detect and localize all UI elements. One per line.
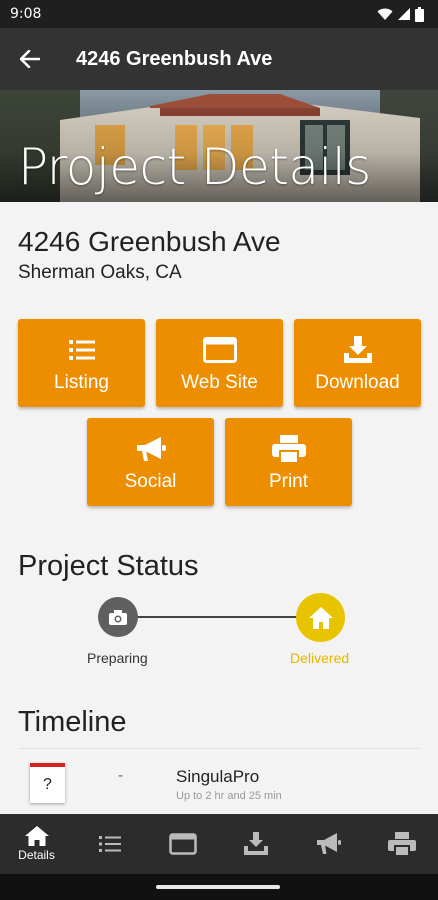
nav-download[interactable] <box>219 814 292 874</box>
social-button[interactable]: Social <box>87 418 214 506</box>
printer-icon <box>387 832 416 856</box>
download-label: Download <box>315 372 400 393</box>
status-icons <box>377 6 424 22</box>
social-label: Social <box>124 471 177 492</box>
status-bar: 9:08 <box>0 0 438 28</box>
megaphone-icon <box>135 435 167 463</box>
calendar-date: ? <box>43 776 52 793</box>
listing-button[interactable]: Listing <box>18 319 145 407</box>
list-icon <box>68 336 95 364</box>
timeline-title: Timeline <box>18 706 127 738</box>
home-icon <box>24 826 49 846</box>
calendar-icon: ? <box>30 763 65 803</box>
hero-title: Project Details <box>18 138 371 196</box>
megaphone-icon <box>316 833 341 854</box>
status-progress-line <box>118 616 320 618</box>
list-icon <box>98 836 121 852</box>
nav-details-label: Details <box>18 848 55 862</box>
back-button[interactable] <box>0 28 60 90</box>
home-icon <box>308 606 333 629</box>
project-details-content: 4246 Greenbush Ave Sherman Oaks, CA List… <box>0 202 438 814</box>
nav-listing[interactable] <box>73 814 146 874</box>
status-label-delivered: Delivered <box>290 650 350 666</box>
download-icon <box>243 832 268 855</box>
website-button[interactable]: Web Site <box>156 319 283 407</box>
nav-website[interactable] <box>146 814 219 874</box>
status-step-delivered <box>296 593 345 642</box>
download-icon <box>343 336 373 364</box>
app-title: 4246 Greenbush Ave <box>76 47 273 70</box>
timeline-item[interactable]: ? - SingulaPro Up to 2 hr and 25 min <box>0 749 438 814</box>
print-label: Print <box>268 471 309 492</box>
timeline-dash: - <box>118 767 123 784</box>
battery-icon <box>415 6 424 22</box>
website-label: Web Site <box>181 372 258 393</box>
camera-icon <box>109 609 127 625</box>
nav-social[interactable] <box>292 814 365 874</box>
browser-window-icon <box>168 833 197 855</box>
status-time: 9:08 <box>10 6 42 22</box>
timeline-item-name: SingulaPro <box>176 767 260 786</box>
listing-label: Listing <box>54 372 109 393</box>
address-street: 4246 Greenbush Ave <box>18 226 281 257</box>
print-button[interactable]: Print <box>225 418 352 506</box>
hero-banner: Project Details <box>0 90 438 202</box>
printer-icon <box>271 435 306 463</box>
status-step-preparing <box>98 597 138 637</box>
download-button[interactable]: Download <box>294 319 421 407</box>
timeline-item-duration: Up to 2 hr and 25 min <box>176 790 282 802</box>
home-gesture-pill[interactable] <box>156 885 280 889</box>
address-city: Sherman Oaks, CA <box>18 262 182 283</box>
wifi-icon <box>377 8 393 20</box>
project-status-title: Project Status <box>18 550 199 582</box>
browser-window-icon <box>202 336 237 364</box>
arrow-back-icon <box>20 50 40 68</box>
app-bar: 4246 Greenbush Ave <box>0 28 438 90</box>
bottom-nav: Details <box>0 814 438 874</box>
nav-details[interactable]: Details <box>0 814 73 874</box>
gesture-bar <box>0 874 438 900</box>
signal-icon <box>398 8 410 20</box>
status-label-preparing: Preparing <box>87 650 148 666</box>
nav-print[interactable] <box>365 814 438 874</box>
